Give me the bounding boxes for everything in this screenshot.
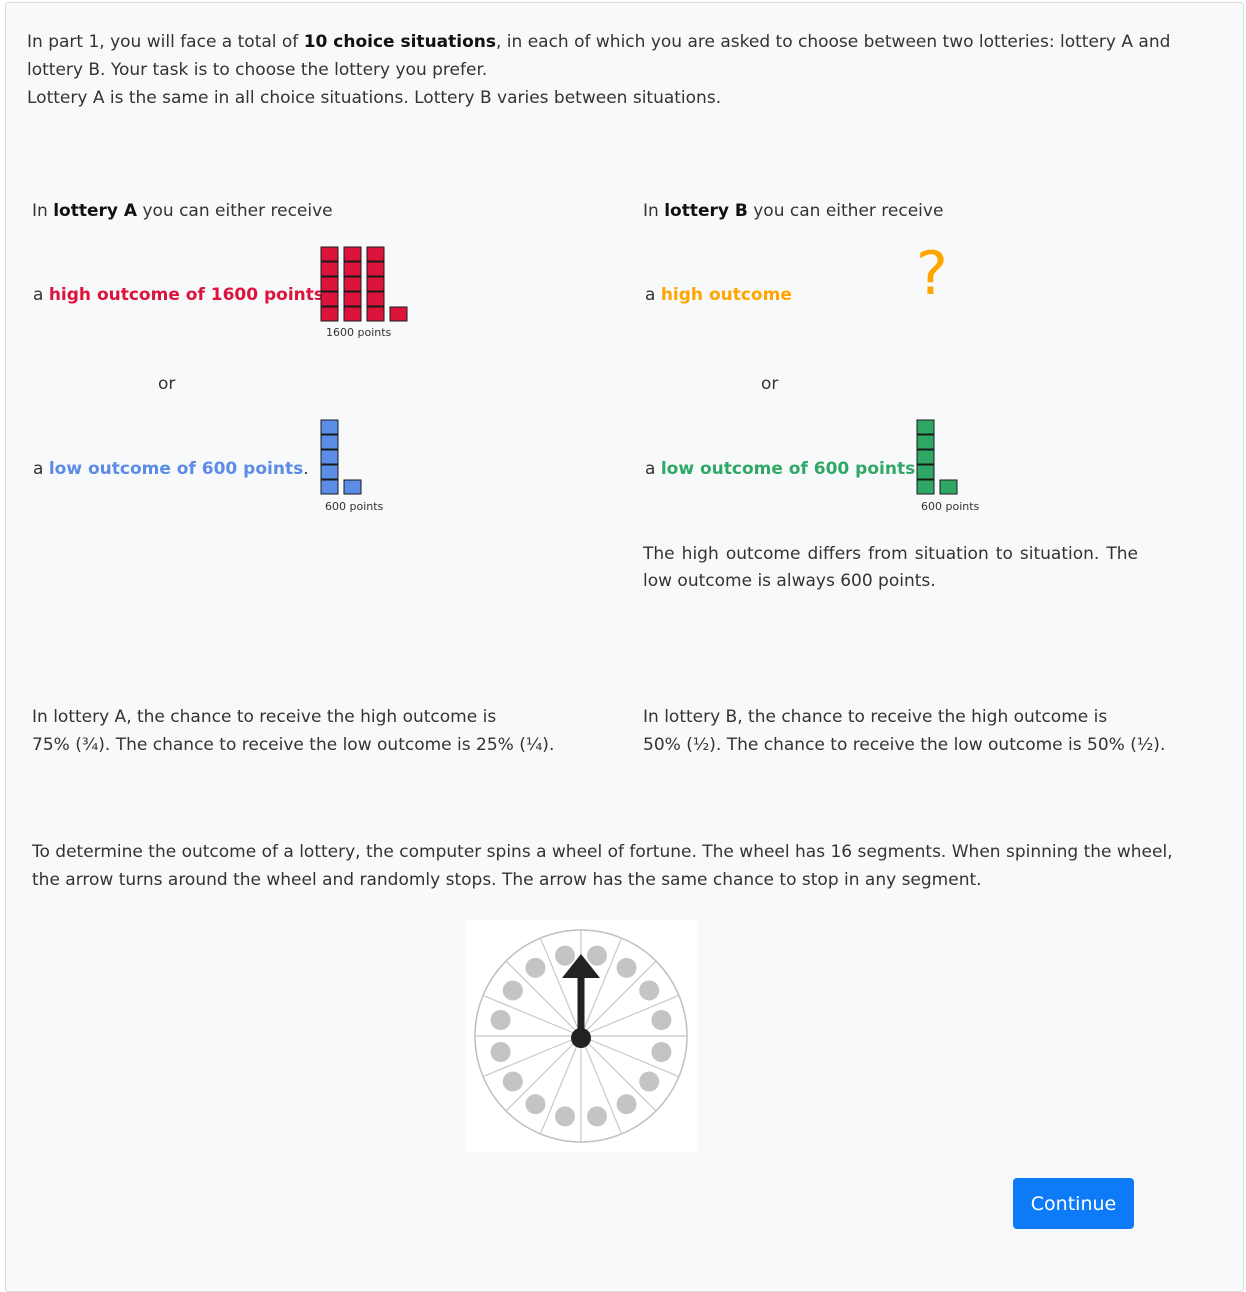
wheel-segment-dot bbox=[555, 945, 576, 966]
point-block bbox=[343, 276, 362, 292]
point-block bbox=[389, 306, 408, 322]
point-block bbox=[343, 479, 362, 495]
intro-line1-pre: In part 1, you will face a total of bbox=[27, 32, 304, 52]
point-block bbox=[366, 261, 385, 277]
lottery-a-high-pre: a bbox=[33, 285, 49, 305]
lottery-a-low-blocks bbox=[320, 419, 362, 495]
point-block bbox=[320, 291, 339, 307]
lottery-a-low-label: low outcome of 600 points bbox=[48, 459, 304, 479]
intro-choice-count: 10 choice situations bbox=[303, 32, 496, 52]
lottery-a-chance: In lottery A, the chance to receive the … bbox=[32, 703, 554, 759]
point-block bbox=[916, 419, 935, 435]
point-block bbox=[916, 479, 935, 495]
question-mark-icon: ? bbox=[916, 239, 948, 309]
point-block bbox=[366, 291, 385, 307]
lottery-a-low-post: . bbox=[303, 459, 309, 479]
lottery-b-intro-post: you can either receive bbox=[747, 201, 944, 221]
lottery-b-intro-pre: In bbox=[643, 201, 665, 221]
point-block bbox=[916, 449, 935, 465]
lottery-b-high-pre: a bbox=[645, 285, 661, 305]
point-block bbox=[939, 479, 958, 495]
lottery-b-low-outcome: a low outcome of 600 points. bbox=[645, 455, 922, 483]
point-block bbox=[320, 419, 339, 435]
lottery-b-name: lottery B bbox=[664, 201, 748, 221]
point-block bbox=[320, 464, 339, 480]
intro-line3: Lottery A is the same in all choice situ… bbox=[27, 88, 722, 108]
lottery-a-low-outcome: a low outcome of 600 points. bbox=[33, 455, 309, 483]
point-block bbox=[343, 291, 362, 307]
wheel-of-fortune bbox=[465, 920, 697, 1152]
wheel-segment-dot bbox=[651, 1010, 672, 1031]
lottery-b-low-stack bbox=[916, 419, 958, 495]
lottery-a-or: or bbox=[158, 374, 176, 394]
wheel-svg bbox=[474, 929, 688, 1143]
lottery-b-high-label: high outcome bbox=[660, 285, 792, 305]
lottery-b-low-label: low outcome of 600 points. bbox=[660, 459, 922, 479]
lottery-a-low-pre: a bbox=[33, 459, 49, 479]
point-block bbox=[320, 449, 339, 465]
lottery-a-high-label: high outcome of 1600 points bbox=[48, 285, 325, 305]
point-block bbox=[343, 246, 362, 262]
lottery-a-high-caption: 1600 points bbox=[326, 326, 392, 339]
lottery-a-high-stack bbox=[320, 246, 408, 322]
lottery-a-low-caption: 600 points bbox=[325, 500, 384, 513]
wheel-segment-dot bbox=[502, 1071, 523, 1092]
point-block bbox=[320, 306, 339, 322]
wheel-description: To determine the outcome of a lottery, t… bbox=[32, 838, 1173, 894]
point-block bbox=[343, 261, 362, 277]
lottery-a-high-blocks bbox=[320, 246, 408, 322]
lottery-a-intro: In lottery A you can either receive bbox=[32, 197, 333, 225]
intro-text: In part 1, you will face a total of 10 c… bbox=[27, 28, 1170, 112]
point-block bbox=[916, 464, 935, 480]
point-block bbox=[366, 246, 385, 262]
continue-button[interactable]: Continue bbox=[1013, 1178, 1134, 1229]
lottery-b-high-outcome: a high outcome bbox=[645, 281, 792, 309]
wheel-segment-dot bbox=[490, 1010, 511, 1031]
wheel-description-line1: To determine the outcome of a lottery, t… bbox=[32, 842, 1173, 862]
lottery-a-intro-post: you can either receive bbox=[137, 201, 333, 221]
lottery-a-name: lottery A bbox=[53, 201, 138, 221]
lottery-b-or: or bbox=[761, 374, 779, 394]
point-block bbox=[916, 434, 935, 450]
lottery-b-intro: In lottery B you can either receive bbox=[643, 197, 943, 225]
wheel-segment-dot bbox=[490, 1041, 511, 1062]
wheel-segment-dot bbox=[616, 1094, 637, 1115]
point-block bbox=[320, 246, 339, 262]
wheel-segment-dot bbox=[502, 980, 523, 1001]
point-block bbox=[320, 434, 339, 450]
lottery-a-chance-line2: 75% (¾). The chance to receive the low o… bbox=[32, 735, 555, 755]
lottery-a-intro-pre: In bbox=[32, 201, 54, 221]
point-block bbox=[343, 306, 362, 322]
lottery-b-chance-line1: In lottery B, the chance to receive the … bbox=[643, 707, 1108, 727]
point-block bbox=[320, 479, 339, 495]
wheel-segment-dot bbox=[616, 957, 637, 978]
wheel-segment-dot bbox=[555, 1106, 576, 1127]
lottery-b-chance: In lottery B, the chance to receive the … bbox=[643, 703, 1165, 759]
wheel-segment-dot bbox=[586, 945, 607, 966]
point-block bbox=[320, 276, 339, 292]
wheel-segment-dot bbox=[586, 1106, 607, 1127]
wheel-segment-dot bbox=[651, 1041, 672, 1062]
lottery-b-low-blocks bbox=[916, 419, 958, 495]
lottery-b-low-pre: a bbox=[645, 459, 661, 479]
lottery-b-low-caption: 600 points bbox=[921, 500, 980, 513]
lottery-a-low-stack bbox=[320, 419, 362, 495]
intro-line2: lottery B. Your task is to choose the lo… bbox=[27, 60, 488, 80]
wheel-segment-dot bbox=[639, 1071, 660, 1092]
wheel-segment-dot bbox=[639, 980, 660, 1001]
wheel-description-line2: the arrow turns around the wheel and ran… bbox=[32, 870, 982, 890]
point-block bbox=[366, 306, 385, 322]
wheel-segment-dot bbox=[525, 957, 546, 978]
point-block bbox=[366, 276, 385, 292]
lottery-b-chance-line2: 50% (½). The chance to receive the low o… bbox=[643, 735, 1166, 755]
point-block bbox=[320, 261, 339, 277]
intro-line1-post: , in each of which you are asked to choo… bbox=[496, 32, 1171, 52]
lottery-a-high-outcome: a high outcome of 1600 points bbox=[33, 281, 324, 309]
lottery-a-chance-line1: In lottery A, the chance to receive the … bbox=[32, 707, 497, 727]
wheel-segment-dot bbox=[525, 1094, 546, 1115]
lottery-b-note: The high outcome differs from situation … bbox=[643, 544, 1138, 591]
